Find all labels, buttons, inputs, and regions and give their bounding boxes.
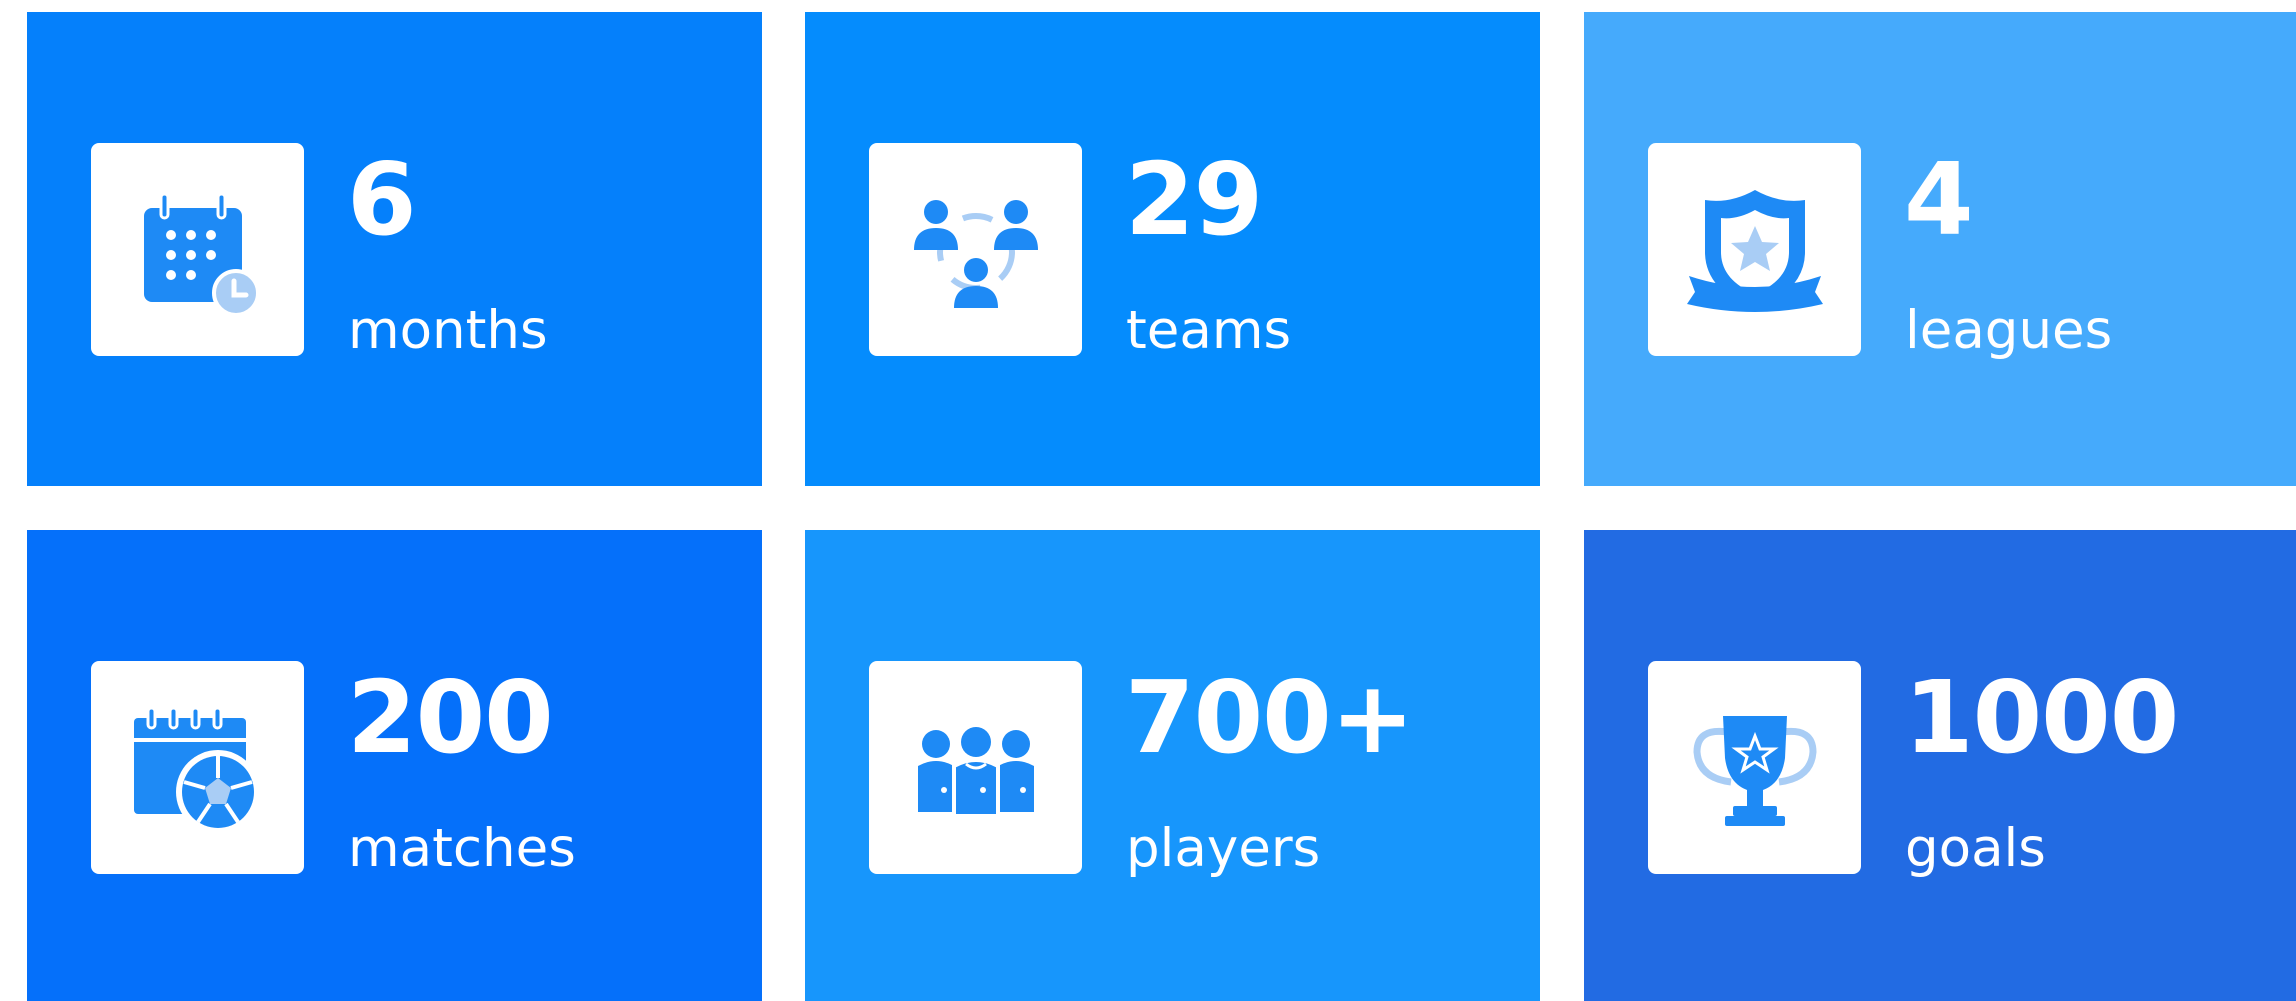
stat-card-months: 6 months <box>27 12 762 486</box>
stat-label: goals <box>1905 818 2046 879</box>
calendar-ball-icon <box>133 706 260 834</box>
stat-value: 200 <box>347 659 554 776</box>
stat-label: months <box>348 300 548 361</box>
stat-card-leagues: 4 leagues <box>1584 12 2296 486</box>
stat-label: leagues <box>1905 300 2113 361</box>
stat-card-players: 700+ players <box>805 530 1540 1001</box>
trophy-icon <box>1692 715 1817 826</box>
stat-icon-container <box>1648 661 1861 874</box>
stat-label: players <box>1126 818 1321 879</box>
players-group-icon <box>917 726 1034 818</box>
stat-icon-container <box>91 143 304 356</box>
stat-value: 6 <box>347 141 417 258</box>
stat-icon-container <box>869 661 1082 874</box>
stat-card-goals: 1000 goals <box>1584 530 2296 1001</box>
shield-star-icon <box>1686 189 1823 312</box>
stat-value: 29 <box>1125 141 1263 258</box>
stat-card-matches: 200 matches <box>27 530 762 1001</box>
stat-value: 700+ <box>1125 659 1415 776</box>
stat-icon-container <box>869 143 1082 356</box>
stat-value: 4 <box>1904 141 1974 258</box>
stat-icon-container <box>91 661 304 874</box>
stat-icon-container <box>1648 143 1861 356</box>
stat-label: teams <box>1126 300 1292 361</box>
stat-value: 1000 <box>1904 659 2179 776</box>
stat-label: matches <box>348 818 576 879</box>
calendar-clock-icon <box>143 192 260 317</box>
stat-card-teams: 29 teams <box>805 12 1540 486</box>
team-network-icon <box>913 199 1038 308</box>
